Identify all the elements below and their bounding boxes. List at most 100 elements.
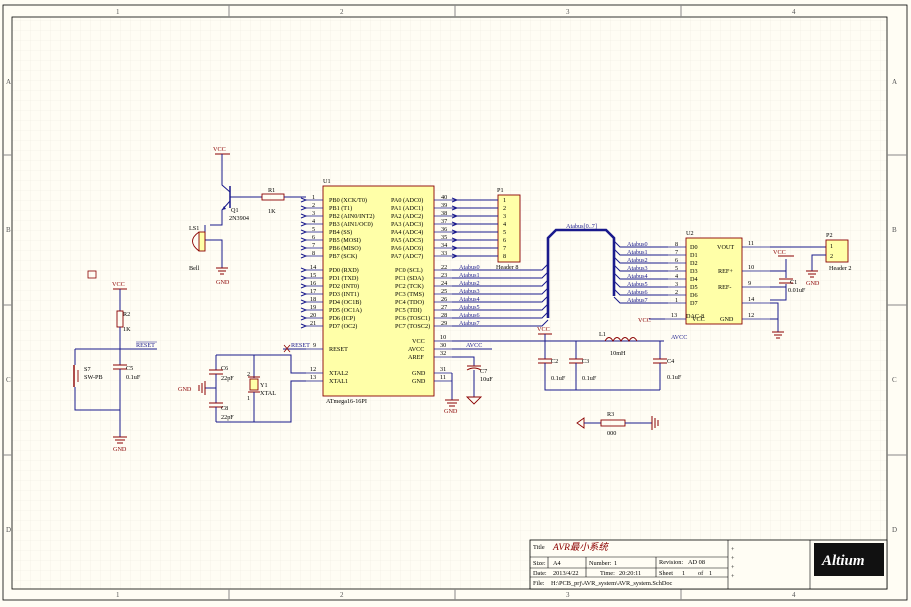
size-value: A4	[553, 560, 562, 567]
c8-designator: C8	[221, 405, 228, 412]
q1-designator: Q1	[231, 207, 239, 214]
u2-pin-d2: D2	[690, 260, 698, 267]
p1-pin-4: 5	[503, 229, 506, 236]
u1-pin-a0: PA0 (ADC0)	[391, 197, 423, 204]
c4-value: 0.1uF	[667, 374, 682, 381]
u2-pin-d0-num: 8	[675, 241, 678, 248]
u1-pin-c2-num: 24	[441, 280, 447, 287]
u1-pin-d3-num: 17	[310, 288, 316, 295]
u2-pin-d7-num: 1	[675, 297, 678, 304]
u1-pin-aref-num: 32	[440, 350, 446, 357]
avcc-net-label-u1: AVCC	[466, 342, 482, 349]
p1-header[interactable]: P1 Header 8 12345678	[496, 187, 521, 271]
u1-pin-c3: PC3 (TMS)	[395, 291, 424, 298]
u1-pin-d5: PD5 (OC1A)	[329, 307, 362, 314]
y1-designator: Y1	[260, 382, 268, 389]
u1-pin-a6-num: 34	[441, 242, 447, 249]
y1-pin-2: 2	[247, 371, 250, 378]
s7-designator: S7	[84, 366, 91, 373]
ls1-value: Bell	[189, 265, 200, 272]
u1-pin-c1: PC1 (SDA)	[395, 275, 424, 282]
u1-pin-a2-num: 38	[441, 210, 447, 217]
bus-c-label-4: Atabus4	[459, 296, 480, 303]
vcc-label-r2: VCC	[112, 281, 125, 288]
u1-pin-b4-num: 5	[312, 226, 315, 233]
avcc-net-label-filter: AVCC	[671, 334, 687, 341]
vcc-label-u2-left: VCC	[638, 317, 651, 324]
l1-designator: L1	[599, 331, 606, 338]
u1-pin-c7-num: 29	[441, 320, 447, 327]
u1-pin-c6: PC6 (TOSC1)	[395, 315, 430, 322]
p1-pin-1: 2	[503, 205, 506, 212]
u1-pin-gnd2-num: 11	[440, 374, 446, 381]
title-block: Title AVR最小系统 Size: A4 Number: 1 Revisio…	[529, 539, 888, 590]
u2-pin-refp: REF+	[718, 268, 733, 275]
u1-pin-d3: PD3 (INT1)	[329, 291, 359, 298]
u1-pin-c2: PC2 (TCK)	[395, 283, 424, 290]
c7-value: 10uF	[480, 376, 493, 383]
bus-c-label-3: Atabus3	[459, 288, 480, 295]
u2-pin-gnd: GND	[720, 316, 734, 323]
u1-pin-a7: PA7 (ADC7)	[391, 253, 423, 260]
sheet-label: Sheet	[659, 570, 673, 577]
u1-pin-a3: PA3 (ADC3)	[391, 221, 423, 228]
u1-pin-b0: PB0 (XCK/T0)	[329, 197, 367, 204]
bus-dac-label-0: Atabus0	[627, 241, 648, 248]
u1-pin-a7-num: 33	[441, 250, 447, 257]
ls1-designator: LS1	[189, 225, 199, 232]
u1-pin-c3-num: 25	[441, 288, 447, 295]
p2-pin-1: 1	[830, 243, 833, 250]
u2-pin-d1: D1	[690, 252, 698, 259]
u1-pin-a1: PA1 (ADC1)	[391, 205, 423, 212]
bus-dac-label-6: Atabus6	[627, 289, 648, 296]
u1-pin-d2-num: 16	[310, 280, 316, 287]
reset-net-label-u1: RESET	[291, 342, 310, 349]
u2-pin-vcc: VCC	[692, 316, 705, 323]
u1-pin-c4-num: 26	[441, 296, 447, 303]
row-label-b-left: B	[6, 226, 11, 234]
of-label: of	[698, 570, 704, 577]
date-value: 2013/4/22	[553, 570, 579, 577]
u1-pin-a0-num: 40	[441, 194, 447, 201]
u1-pin-avcc: AVCC	[408, 346, 424, 353]
p2-designator: P2	[826, 232, 833, 239]
p2-pin-2: 2	[830, 253, 833, 260]
c2-value: 0.1uF	[551, 375, 566, 382]
u2-pin-d7: D7	[690, 300, 698, 307]
p1-pin-7: 8	[503, 253, 506, 260]
u2-pin-d3: D3	[690, 268, 698, 275]
u1-pin-c5: PC5 (TDI)	[395, 307, 422, 314]
p1-designator: P1	[497, 187, 504, 194]
u2-pin-d5-num: 3	[675, 281, 678, 288]
u1-pin-gnd1-num: 31	[440, 366, 446, 373]
revision-label: Revision:	[659, 559, 683, 566]
reset-net-label-left: RESET	[136, 342, 155, 349]
p1-pin-2: 3	[503, 213, 506, 220]
u2-pin-d3-num: 5	[675, 265, 678, 272]
c5-designator: C5	[126, 365, 133, 372]
title-value: AVR最小系统	[552, 541, 609, 553]
r2-value: 1K	[123, 326, 131, 333]
u1-microcontroller[interactable]: U1 ATmega16-16PI PB0 (XCK/T0) 1 PB1 (T1) 2 P…	[300, 178, 452, 405]
col-label-4-bottom: 4	[792, 591, 796, 599]
u2-pin-d4-num: 4	[675, 273, 678, 280]
file-label: File:	[533, 580, 545, 587]
bus-c-label-7: Atabus7	[459, 320, 480, 327]
gnd-label-u1: GND	[444, 408, 458, 415]
u1-pin-b1: PB1 (T1)	[329, 205, 352, 212]
u1-pin-vcc-num: 10	[440, 334, 446, 341]
u1-pin-d2: PD2 (INT0)	[329, 283, 359, 290]
u1-designator: U1	[323, 178, 331, 185]
row-label-d-right: D	[892, 526, 897, 534]
u1-pin-d5-num: 19	[310, 304, 316, 311]
u1-pin-reset-num: 9	[313, 342, 316, 349]
u2-pin-d6-num: 2	[675, 289, 678, 296]
u1-pin-a3-num: 37	[441, 218, 447, 225]
u2-pin-14-num: 14	[748, 296, 754, 303]
u1-pin-d7-num: 21	[310, 320, 316, 327]
row-label-b-right: B	[892, 226, 897, 234]
gnd-label-xtal: GND	[178, 386, 192, 393]
col-label-2-top: 2	[340, 8, 344, 16]
u1-pin-reset: RESET	[329, 346, 348, 353]
u2-pin-vcc-num: 13	[671, 312, 677, 319]
